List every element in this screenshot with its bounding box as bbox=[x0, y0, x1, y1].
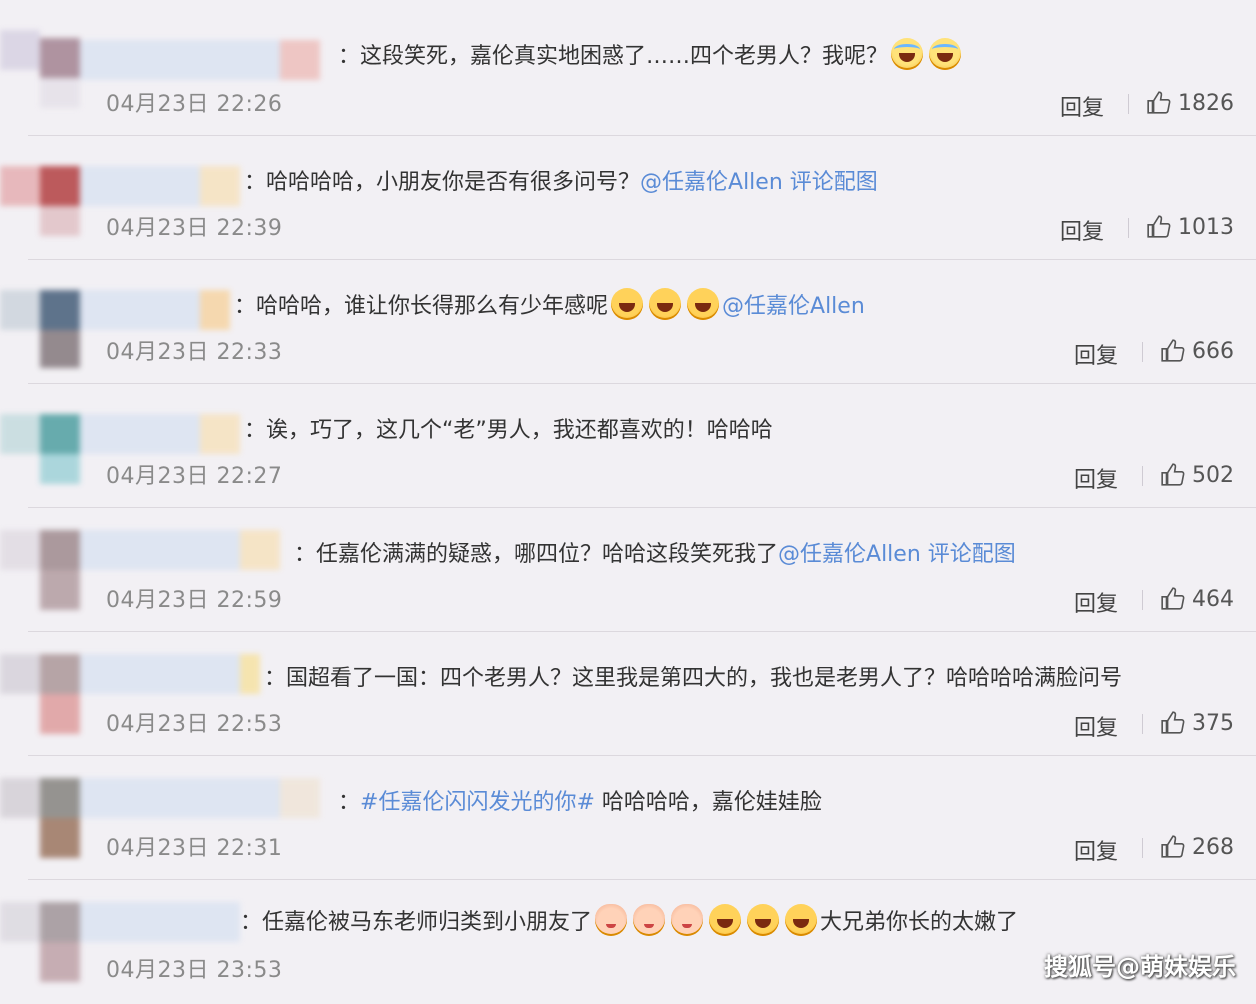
comment-text: ：任嘉伦被马东老师归类到小朋友了 大兄弟你长的太嫩了 bbox=[240, 904, 1018, 936]
comment-text: ：诶，巧了，这几个“老”男人，我还都喜欢的！哈哈哈 bbox=[244, 418, 773, 443]
laugh-icon bbox=[785, 904, 818, 936]
comment-item: ：#任嘉伦闪闪发光的你# 哈哈哈哈，嘉伦娃娃脸 04月23日 22:31 回复 … bbox=[0, 756, 1256, 880]
comment-text: ：#任嘉伦闪闪发光的你# 哈哈哈哈，嘉伦娃娃脸 bbox=[338, 790, 822, 815]
thumbs-up-icon bbox=[1161, 339, 1185, 362]
divider bbox=[1128, 218, 1129, 238]
thumbs-up-icon bbox=[1147, 215, 1171, 238]
comment-item: ：哈哈哈，谁让你长得那么有少年感呢 @任嘉伦Allen 04月23日 22:33 … bbox=[0, 260, 1256, 384]
comment-time: 04月23日 22:26 bbox=[106, 92, 283, 117]
comment-item: ：任嘉伦被马东老师归类到小朋友了 大兄弟你长的太嫩了 04月23日 23:53 bbox=[0, 880, 1256, 1004]
mention-link[interactable]: @任嘉伦Allen 评论配图 bbox=[778, 542, 1016, 567]
baby-icon bbox=[633, 904, 666, 936]
laugh-icon bbox=[611, 288, 644, 320]
hashtag-link[interactable]: #任嘉伦闪闪发光的你# bbox=[360, 790, 595, 815]
comment-item: ：国超看了一国：四个老男人？这里我是第四大的，我也是老男人了？哈哈哈哈满脸问号 … bbox=[0, 632, 1256, 756]
reply-button[interactable]: 回复 bbox=[1074, 710, 1118, 742]
reply-button[interactable]: 回复 bbox=[1074, 338, 1118, 370]
like-button[interactable]: 268 bbox=[1160, 834, 1234, 860]
laugh-icon bbox=[747, 904, 780, 936]
baby-icon bbox=[671, 904, 704, 936]
laugh-icon bbox=[649, 288, 682, 320]
like-button[interactable]: 1013 bbox=[1146, 214, 1234, 240]
thumbs-up-icon bbox=[1147, 91, 1171, 114]
comment-time: 04月23日 22:27 bbox=[106, 464, 283, 489]
like-button[interactable]: 464 bbox=[1160, 586, 1234, 612]
like-button[interactable]: 375 bbox=[1160, 710, 1234, 736]
divider bbox=[1142, 590, 1143, 610]
comment-time: 04月23日 22:33 bbox=[106, 340, 283, 365]
comment-time: 04月23日 23:53 bbox=[106, 958, 283, 983]
mention-link[interactable]: @任嘉伦Allen bbox=[722, 294, 865, 319]
comment-time: 04月23日 22:59 bbox=[106, 588, 283, 613]
comment-time: 04月23日 22:31 bbox=[106, 836, 283, 861]
like-count: 1013 bbox=[1178, 214, 1234, 240]
crying-laugh-icon bbox=[929, 38, 962, 70]
thumbs-up-icon bbox=[1161, 463, 1185, 486]
reply-button[interactable]: 回复 bbox=[1074, 834, 1118, 866]
laugh-icon bbox=[687, 288, 720, 320]
thumbs-up-icon bbox=[1161, 587, 1185, 610]
reply-button[interactable]: 回复 bbox=[1060, 90, 1104, 122]
comment-text: ：哈哈哈，谁让你长得那么有少年感呢 @任嘉伦Allen bbox=[234, 288, 865, 320]
comment-text: ：国超看了一国：四个老男人？这里我是第四大的，我也是老男人了？哈哈哈哈满脸问号 bbox=[264, 666, 1123, 691]
thumbs-up-icon bbox=[1161, 711, 1185, 734]
comment-item: ：这段笑死，嘉伦真实地困惑了……四个老男人？我呢？ 04月23日 22:26 回… bbox=[0, 0, 1256, 136]
like-count: 464 bbox=[1192, 586, 1234, 612]
like-count: 502 bbox=[1192, 462, 1234, 488]
divider bbox=[1142, 714, 1143, 734]
like-count: 666 bbox=[1192, 338, 1234, 364]
like-button[interactable]: 502 bbox=[1160, 462, 1234, 488]
comment-text: ：这段笑死，嘉伦真实地困惑了……四个老男人？我呢？ bbox=[338, 38, 964, 70]
like-count: 1826 bbox=[1178, 90, 1234, 116]
thumbs-up-icon bbox=[1161, 835, 1185, 858]
like-count: 268 bbox=[1192, 834, 1234, 860]
like-count: 375 bbox=[1192, 710, 1234, 736]
mention-link[interactable]: @任嘉伦Allen 评论配图 bbox=[640, 170, 878, 195]
baby-icon bbox=[595, 904, 628, 936]
like-button[interactable]: 1826 bbox=[1146, 90, 1234, 116]
reply-button[interactable]: 回复 bbox=[1074, 462, 1118, 494]
crying-laugh-icon bbox=[891, 38, 924, 70]
comment-time: 04月23日 22:53 bbox=[106, 712, 283, 737]
divider bbox=[1142, 342, 1143, 362]
like-button[interactable]: 666 bbox=[1160, 338, 1234, 364]
divider bbox=[1142, 466, 1143, 486]
comment-item: ：诶，巧了，这几个“老”男人，我还都喜欢的！哈哈哈 04月23日 22:27 回… bbox=[0, 384, 1256, 508]
comment-item: ：哈哈哈哈，小朋友你是否有很多问号？@任嘉伦Allen 评论配图 04月23日 … bbox=[0, 136, 1256, 260]
comment-item: ：任嘉伦满满的疑惑，哪四位？哈哈这段笑死我了@任嘉伦Allen 评论配图 04月… bbox=[0, 508, 1256, 632]
watermark: 搜狐号@萌妹娱乐 bbox=[1044, 953, 1236, 981]
divider bbox=[1142, 838, 1143, 858]
reply-button[interactable]: 回复 bbox=[1074, 586, 1118, 618]
comment-time: 04月23日 22:39 bbox=[106, 216, 283, 241]
divider bbox=[1128, 94, 1129, 114]
laugh-icon bbox=[709, 904, 742, 936]
reply-button[interactable]: 回复 bbox=[1060, 214, 1104, 246]
comment-text: ：哈哈哈哈，小朋友你是否有很多问号？@任嘉伦Allen 评论配图 bbox=[244, 170, 878, 195]
comment-text: ：任嘉伦满满的疑惑，哪四位？哈哈这段笑死我了@任嘉伦Allen 评论配图 bbox=[294, 542, 1016, 567]
